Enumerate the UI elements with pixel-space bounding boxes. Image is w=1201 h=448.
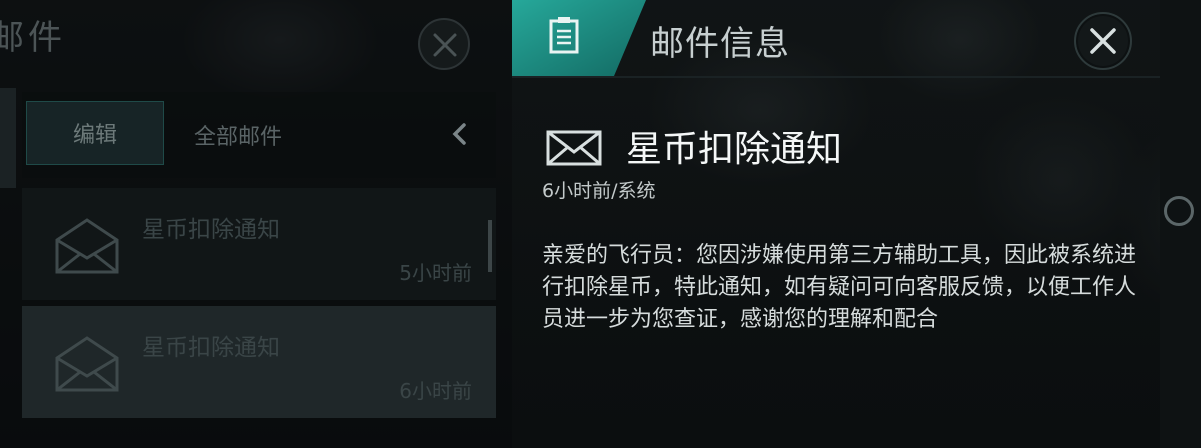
title-tab-shape: [512, 0, 646, 76]
envelope-open-icon: [55, 336, 119, 392]
mail-list-item-selected[interactable]: 星币扣除通知 6小时前: [22, 306, 496, 418]
envelope-icon: [546, 130, 602, 166]
mailbox-toolbar: 编辑 全部邮件: [22, 92, 496, 178]
mail-item-subject: 星币扣除通知: [142, 335, 280, 361]
close-icon: [1090, 28, 1116, 54]
mail-body: 亲爱的飞行员：您因涉嫌使用第三方辅助工具，因此被系统进行扣除星币，特此通知，如有…: [542, 243, 1137, 332]
close-icon: [433, 33, 457, 57]
list-scrollbar[interactable]: [488, 220, 492, 272]
filter-all-mail[interactable]: 全部邮件: [194, 119, 282, 151]
header-divider: [512, 76, 1160, 78]
mailbox-close-button[interactable]: [418, 18, 470, 70]
mail-item-time: 6小时前: [399, 379, 472, 403]
mailbox-title: 邮件: [0, 18, 66, 58]
envelope-open-icon: [55, 218, 119, 274]
edit-button[interactable]: 编辑: [26, 101, 164, 165]
document-icon: [549, 17, 579, 54]
mail-subject: 星币扣除通知: [626, 129, 843, 170]
mail-item-time: 5小时前: [399, 261, 472, 285]
mail-meta: 6小时前/系统: [542, 180, 656, 202]
detail-title: 邮件信息: [650, 24, 790, 64]
mail-list-item[interactable]: 星币扣除通知 5小时前: [22, 188, 496, 300]
mail-detail-panel: 邮件信息 星币扣除通知 6小时前/系统 亲爱的飞行员：您因涉嫌使用第三方辅助工具…: [512, 0, 1160, 448]
chevron-left-icon[interactable]: [450, 122, 470, 146]
detail-close-button[interactable]: [1074, 12, 1132, 70]
mailbox-panel: 邮件 编辑 全部邮件 星币扣除通知 5小时前 星币扣除通知 6小时前: [0, 0, 512, 448]
side-tab-strip: [0, 88, 16, 188]
mail-item-subject: 星币扣除通知: [142, 217, 280, 243]
side-gadget-icon: [1164, 196, 1194, 226]
